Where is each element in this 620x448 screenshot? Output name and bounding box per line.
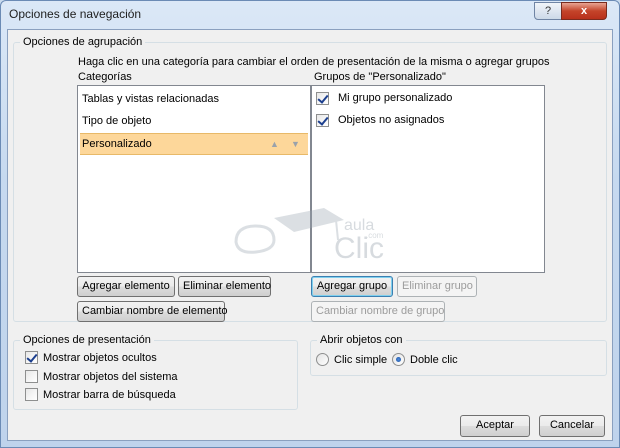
delete-group-button[interactable]: Eliminar grupo [397,276,477,297]
close-icon: x [580,5,588,17]
group-label: Mi grupo personalizado [338,92,453,104]
list-item-label: Tablas y vistas relacionadas [82,93,219,105]
list-item-label: Personalizado [82,138,152,150]
window-title: Opciones de navegación [9,7,142,21]
show-hidden-label[interactable]: Mostrar objetos ocultos [43,352,157,364]
instructions-text: Haga clic en una categoría para cambiar … [78,56,550,68]
groups-label: Grupos de "Personalizado" [314,71,446,83]
open-objects-legend: Abrir objetos con [317,334,406,346]
group-checkbox[interactable] [316,92,329,105]
show-search-bar-checkbox[interactable] [25,388,38,401]
display-options-legend: Opciones de presentación [20,334,154,346]
move-down-icon[interactable]: ▼ [291,134,300,154]
rename-item-button[interactable]: Cambiar nombre de elemento [77,301,228,322]
watermark-com: .com [366,231,384,240]
help-button[interactable]: ? [534,2,562,20]
cancel-button[interactable]: Cancelar [539,415,605,437]
move-up-icon[interactable]: ▲ [270,134,279,154]
double-click-label[interactable]: Doble clic [410,354,458,366]
group-label: Objetos no asignados [338,114,445,126]
aulaclic-logo: aula Clic .com [234,208,384,265]
grouping-options-legend: Opciones de agrupación [20,36,146,48]
category-item-related-tables[interactable]: Tablas y vistas relacionadas [80,89,308,109]
category-item-custom[interactable]: Personalizado ▲ ▼ [80,133,308,155]
show-system-checkbox[interactable] [25,370,38,383]
show-hidden-checkbox[interactable] [25,351,38,364]
category-item-object-type[interactable]: Tipo de objeto [80,111,308,131]
rename-group-button[interactable]: Cambiar nombre de grupo [311,301,445,322]
ok-button[interactable]: Aceptar [460,415,530,437]
categories-label: Categorías [78,71,132,83]
group-item-my-custom[interactable]: Mi grupo personalizado [312,86,542,108]
double-click-radio[interactable] [392,353,405,366]
list-item-label: Tipo de objeto [82,115,152,127]
title-bar[interactable]: Opciones de navegación ? x [1,1,619,29]
show-search-bar-label[interactable]: Mostrar barra de búsqueda [43,389,176,401]
delete-item-button[interactable]: Eliminar elemento [178,276,271,297]
single-click-radio[interactable] [316,353,329,366]
add-group-button[interactable]: Agregar grupo [311,276,393,297]
show-system-label[interactable]: Mostrar objetos del sistema [43,371,178,383]
group-checkbox[interactable] [316,114,329,127]
group-item-unassigned[interactable]: Objetos no asignados [312,108,542,130]
dialog-window: Opciones de navegación ? x Opciones de a… [0,0,620,448]
add-item-button[interactable]: Agregar elemento [77,276,175,297]
help-icon: ? [544,5,552,17]
dialog-body: Opciones de agrupación Haga clic en una … [7,29,613,441]
close-button[interactable]: x [561,2,607,20]
single-click-label[interactable]: Clic simple [334,354,387,366]
